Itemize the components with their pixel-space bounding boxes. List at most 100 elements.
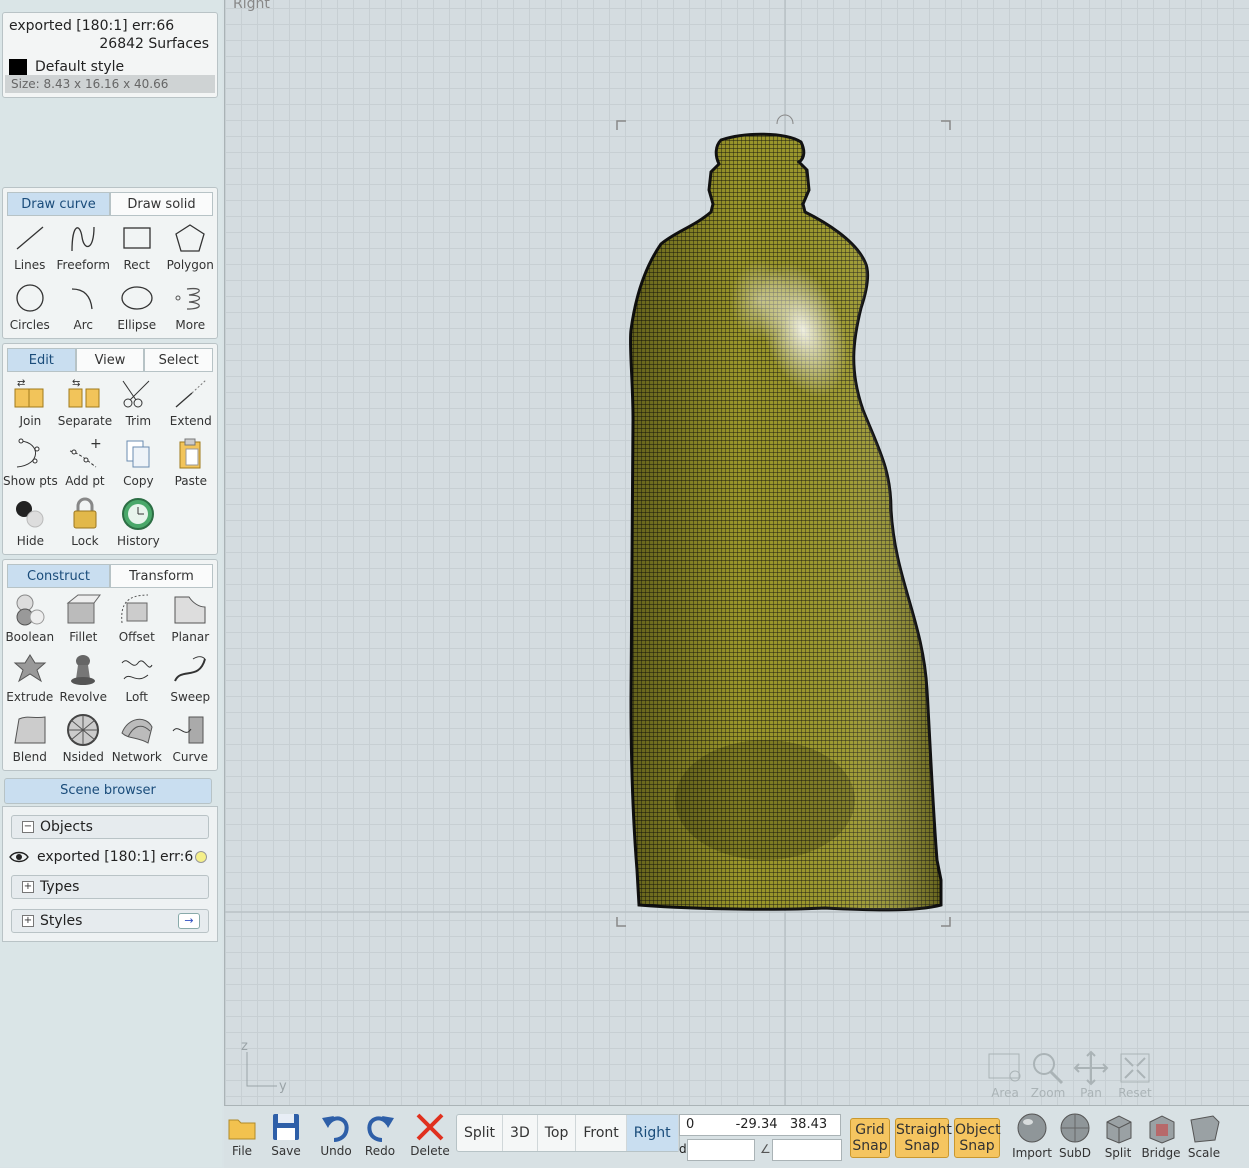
tool-label: Sweep (170, 690, 211, 704)
split-label: Split (1104, 1146, 1132, 1160)
loft-tool[interactable]: Loft (110, 652, 164, 712)
nav-label: Reset (1118, 1086, 1152, 1100)
angle-label: ∠ (760, 1142, 771, 1156)
import-button[interactable]: Import (1010, 1112, 1054, 1160)
reset-control[interactable]: Reset (1113, 1050, 1157, 1100)
pan-control[interactable]: Pan (1069, 1050, 1113, 1100)
add-pt-tool[interactable]: + Add pt (58, 436, 112, 496)
expand-icon[interactable]: + (22, 915, 34, 927)
scale-button[interactable]: Scale (1182, 1112, 1226, 1160)
arc-icon (63, 280, 103, 316)
sweep-tool[interactable]: Sweep (164, 652, 218, 712)
view-front-tab[interactable]: Front (576, 1115, 627, 1151)
style-row[interactable]: Default style (9, 56, 124, 77)
object-color-dot[interactable] (195, 851, 207, 863)
view-top-tab[interactable]: Top (538, 1115, 577, 1151)
history-tool[interactable]: History (112, 496, 164, 556)
blend-tool[interactable]: Blend (3, 712, 57, 772)
ellipse-tool[interactable]: Ellipse (110, 280, 164, 340)
separate-tool[interactable]: ⇆ Separate (58, 376, 112, 436)
circles-tool[interactable]: Circles (3, 280, 57, 340)
tool-label: Copy (123, 474, 154, 488)
tab-view[interactable]: View (75, 348, 145, 372)
tool-label: Extend (169, 414, 212, 428)
file-button[interactable]: File (220, 1112, 264, 1158)
split-button[interactable]: Split (1096, 1112, 1140, 1160)
object-snap-toggle[interactable]: Object Snap (954, 1118, 1001, 1158)
styles-section[interactable]: + Styles → (11, 909, 209, 933)
coordinate-input[interactable]: 0 -29.34 38.43 (679, 1114, 841, 1136)
network-tool[interactable]: Network (110, 712, 164, 772)
extrude-tool[interactable]: Extrude (3, 652, 57, 712)
types-section[interactable]: + Types (11, 875, 209, 899)
ellipse-icon (117, 280, 157, 316)
join-tool[interactable]: ⇄ Join (3, 376, 58, 436)
tab-draw-solid[interactable]: Draw solid (110, 192, 213, 216)
area-zoom-control[interactable]: Area (983, 1050, 1027, 1100)
bottle-model[interactable] (628, 132, 943, 912)
tab-draw-curve[interactable]: Draw curve (7, 192, 110, 216)
lock-tool[interactable]: Lock (58, 496, 112, 556)
nav-label: Zoom (1030, 1086, 1066, 1100)
view-3d-tab[interactable]: 3D (503, 1115, 538, 1151)
expand-icon[interactable]: + (22, 881, 34, 893)
subd-button[interactable]: SubD (1053, 1112, 1097, 1160)
offset-tool[interactable]: Offset (110, 592, 164, 652)
boolean-tool[interactable]: Boolean (3, 592, 57, 652)
more-tool[interactable]: More (164, 280, 218, 340)
svg-text:⇆: ⇆ (72, 378, 80, 389)
scene-browser-panel: − Objects exported [180:1] err:6 + Types +… (2, 806, 218, 942)
hide-tool[interactable]: Hide (3, 496, 58, 556)
revolve-tool[interactable]: Revolve (57, 652, 111, 712)
straight-snap-toggle[interactable]: Straight Snap (895, 1118, 952, 1158)
arc-tool[interactable]: Arc (57, 280, 111, 340)
undo-button[interactable]: Undo (314, 1112, 358, 1158)
nsided-tool[interactable]: Nsided (57, 712, 111, 772)
bridge-button[interactable]: Bridge (1139, 1112, 1183, 1160)
collapse-icon[interactable]: − (22, 821, 34, 833)
magnifier-icon (1033, 1053, 1064, 1085)
zoom-control[interactable]: Zoom (1026, 1050, 1070, 1100)
distance-input[interactable] (687, 1139, 755, 1161)
tab-transform[interactable]: Transform (110, 564, 213, 588)
arrow-right-icon[interactable]: → (178, 913, 200, 929)
lines-tool[interactable]: Lines (3, 220, 57, 280)
paste-tool[interactable]: Paste (165, 436, 217, 496)
tab-select[interactable]: Select (144, 348, 214, 372)
copy-tool[interactable]: Copy (112, 436, 164, 496)
polygon-tool[interactable]: Polygon (164, 220, 218, 280)
scene-browser-header[interactable]: Scene browser (4, 778, 212, 804)
angle-input[interactable] (772, 1139, 842, 1161)
delete-button[interactable]: Delete (408, 1112, 452, 1158)
object-title: exported [180:1] err:66 (9, 18, 175, 34)
objects-section[interactable]: − Objects (11, 815, 209, 839)
fillet-tool[interactable]: Fillet (57, 592, 111, 652)
lock-icon (65, 496, 105, 532)
rect-tool[interactable]: Rect (110, 220, 164, 280)
distance-label: d (679, 1142, 687, 1156)
save-button[interactable]: Save (264, 1112, 308, 1158)
axis-widget (246, 1052, 277, 1087)
planar-tool[interactable]: Planar (164, 592, 218, 652)
extend-tool[interactable]: Extend (165, 376, 217, 436)
redo-icon (367, 1116, 394, 1142)
view-right-tab[interactable]: Right (626, 1115, 679, 1151)
curve-tool[interactable]: Curve (164, 712, 218, 772)
viewport-canvas[interactable]: z y (225, 0, 1249, 1105)
show-pts-tool[interactable]: Show pts (3, 436, 58, 496)
redo-button[interactable]: Redo (358, 1112, 402, 1158)
tool-label: Show pts (3, 474, 58, 488)
view-split-tab[interactable]: Split (457, 1115, 504, 1151)
types-label: Types (40, 879, 80, 895)
grid-snap-toggle[interactable]: Grid Snap (850, 1118, 890, 1158)
object-list-item[interactable]: exported [180:1] err:6 (9, 847, 213, 867)
tool-label: Trim (125, 414, 152, 428)
eye-icon[interactable] (9, 850, 29, 864)
viewport-right[interactable]: Right z y Area Zoom Pan Reset (224, 0, 1249, 1105)
freeform-tool[interactable]: Freeform (57, 220, 111, 280)
tab-edit[interactable]: Edit (7, 348, 76, 372)
tab-construct[interactable]: Construct (7, 564, 110, 588)
tool-label: Paste (174, 474, 207, 488)
offset-icon (117, 592, 157, 628)
trim-tool[interactable]: Trim (112, 376, 164, 436)
